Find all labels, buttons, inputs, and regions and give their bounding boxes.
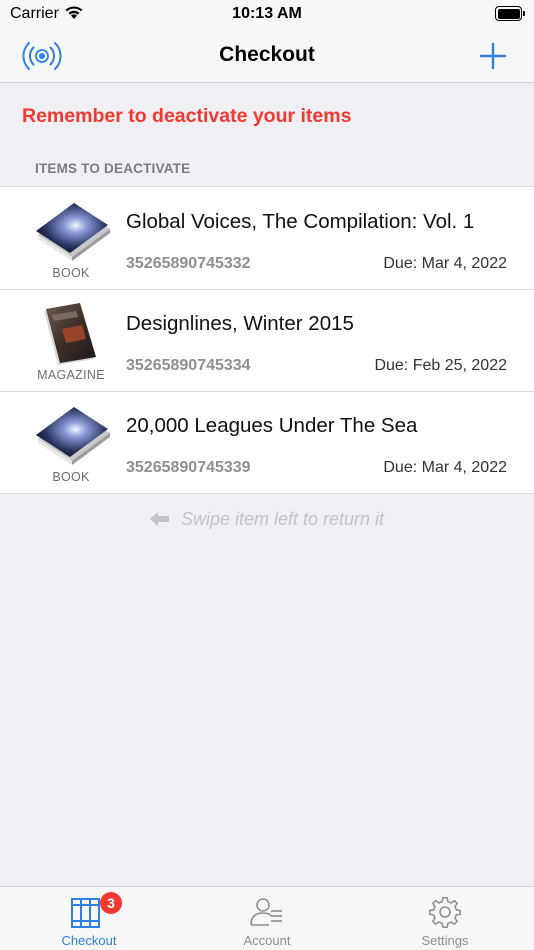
items-list: BOOK Global Voices, The Compilation: Vol…	[0, 186, 534, 494]
section-header: ITEMS TO DEACTIVATE	[35, 161, 191, 176]
book-cover-image	[32, 403, 112, 467]
tab-label: Settings	[421, 933, 469, 948]
item-due-date: Due: Mar 4, 2022	[383, 255, 507, 272]
swipe-hint-text: Swipe item left to return it	[180, 509, 385, 529]
item-due-date: Due: Feb 25, 2022	[374, 357, 507, 374]
status-time: 10:13 AM	[232, 5, 302, 22]
plus-icon[interactable]	[478, 41, 508, 71]
item-type-label: MAGAZINE	[37, 368, 105, 382]
item-type-label: BOOK	[52, 470, 90, 484]
status-bar: Carrier 10:13 AM	[0, 0, 534, 30]
list-item[interactable]: BOOK Global Voices, The Compilation: Vol…	[0, 187, 534, 289]
tab-account[interactable]: Account	[178, 887, 356, 950]
item-type-label: BOOK	[52, 266, 90, 280]
page-title: Checkout	[219, 43, 315, 66]
person-list-icon	[247, 895, 287, 929]
arrow-left-icon	[149, 509, 175, 529]
tab-bar: 3 Checkout Account Settings	[0, 886, 534, 950]
magazine-cover-image	[32, 301, 112, 365]
list-item[interactable]: MAGAZINE Designlines, Winter 2015 352658…	[0, 289, 534, 391]
item-title: Global Voices, The Compilation: Vol. 1	[126, 210, 475, 233]
deactivate-warning: Remember to deactivate your items	[22, 105, 352, 127]
navigation-bar: Checkout	[0, 30, 534, 83]
list-item[interactable]: BOOK 20,000 Leagues Under The Sea 352658…	[0, 391, 534, 493]
checkout-count-badge: 3	[100, 892, 122, 914]
tab-label: Account	[243, 933, 291, 948]
item-barcode: 35265890745334	[126, 357, 251, 374]
item-title: Designlines, Winter 2015	[126, 312, 354, 335]
gear-icon	[425, 895, 465, 929]
tab-settings[interactable]: Settings	[356, 887, 534, 950]
tab-checkout[interactable]: 3 Checkout	[0, 887, 178, 950]
swipe-hint: Swipe item left to return it	[0, 509, 534, 530]
item-barcode: 35265890745332	[126, 255, 251, 272]
tab-label: Checkout	[61, 933, 117, 948]
book-cover-image	[32, 199, 112, 263]
battery-icon	[495, 6, 525, 21]
item-due-date: Due: Mar 4, 2022	[383, 459, 507, 476]
item-title: 20,000 Leagues Under The Sea	[126, 414, 418, 437]
item-barcode: 35265890745339	[126, 459, 251, 476]
